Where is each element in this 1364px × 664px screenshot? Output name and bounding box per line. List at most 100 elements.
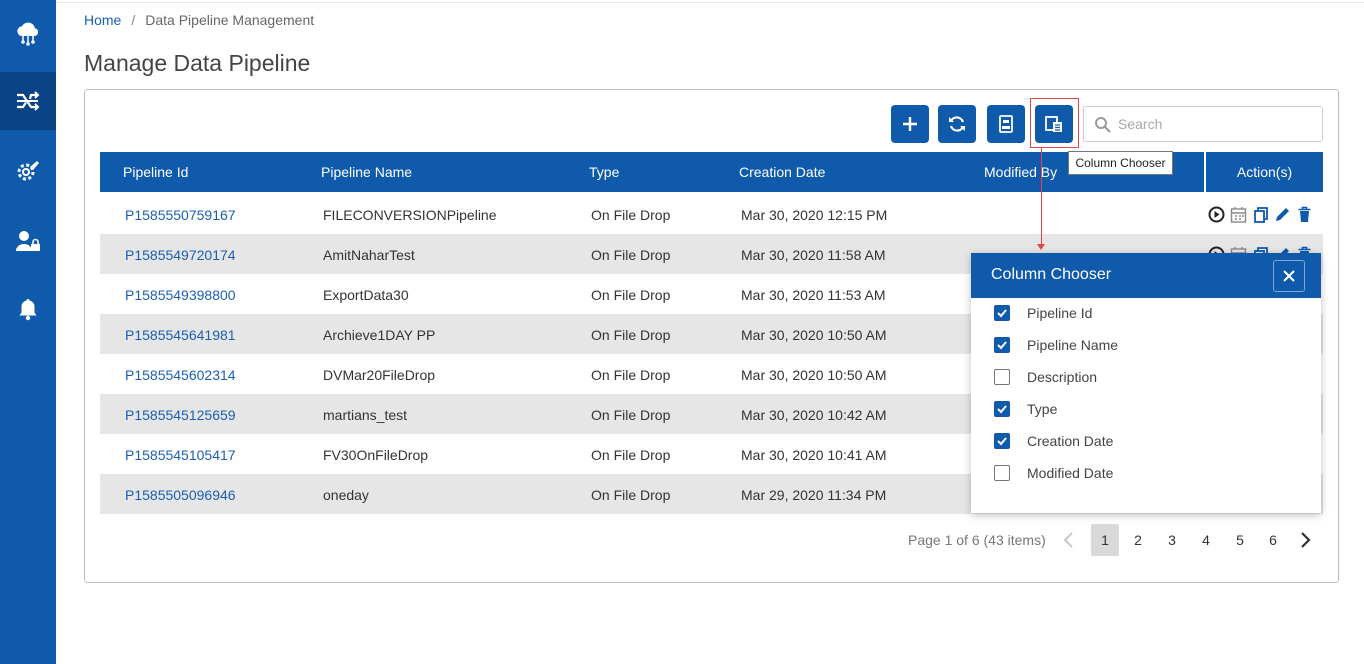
pager-prev-button[interactable] [1059,530,1079,550]
column-option[interactable]: Pipeline Id [994,303,1092,323]
column-header-type[interactable]: Type [589,164,619,180]
column-chooser-header: Column Chooser [971,253,1321,298]
run-icon[interactable] [1208,206,1225,223]
schedule-calendar-icon[interactable] [1230,206,1247,223]
creation-date-cell: Mar 30, 2020 10:41 AM [741,447,887,463]
breadcrumb: Home / Data Pipeline Management [84,12,314,28]
check-icon [997,437,1007,446]
checkbox-checked[interactable] [994,433,1010,449]
column-header-pipeline-id[interactable]: Pipeline Id [123,164,188,180]
pager-page-button[interactable]: 2 [1124,524,1152,556]
search-icon [1095,117,1111,133]
check-icon [997,341,1007,350]
column-option[interactable]: Pipeline Name [994,335,1118,355]
search-box[interactable] [1083,106,1323,142]
pipeline-id-link[interactable]: P1585505096946 [125,487,236,503]
pipeline-type-cell: On File Drop [591,207,671,223]
checkbox-checked[interactable] [994,337,1010,353]
column-chooser-tooltip: Column Chooser [1068,151,1173,175]
sidebar-item-notifications[interactable] [0,280,56,338]
sidebar-item-users[interactable] [0,212,56,270]
creation-date-cell: Mar 30, 2020 10:42 AM [741,407,887,423]
export-xlsx-button[interactable] [987,105,1025,143]
pipeline-type-cell: On File Drop [591,367,671,383]
pipeline-id-link[interactable]: P1585549398800 [125,287,236,303]
pipeline-name-cell: Archieve1DAY PP [323,327,436,343]
creation-date-cell: Mar 30, 2020 10:50 AM [741,327,887,343]
column-option[interactable]: Modified Date [994,463,1113,483]
pipeline-type-cell: On File Drop [591,327,671,343]
copy-icon[interactable] [1252,206,1269,223]
pipeline-name-cell: FILECONVERSIONPipeline [323,207,497,223]
creation-date-cell: Mar 29, 2020 11:34 PM [741,487,887,503]
pager-page-button[interactable]: 6 [1259,524,1287,556]
checkbox-unchecked[interactable] [994,369,1010,385]
check-icon [997,309,1007,318]
pipeline-id-link[interactable]: P1585545602314 [125,367,236,383]
pipeline-type-cell: On File Drop [591,247,671,263]
creation-date-cell: Mar 30, 2020 11:53 AM [741,287,886,303]
column-option-label: Description [1027,369,1098,385]
column-option-label: Pipeline Name [1027,337,1119,353]
pipeline-id-link[interactable]: P1585545641981 [125,327,236,343]
add-button[interactable] [891,105,929,143]
chevron-left-icon [1063,532,1073,548]
sidebar-item-pipelines[interactable] [0,72,56,130]
refresh-button[interactable] [938,105,976,143]
search-input[interactable] [1118,114,1314,134]
pager-page-button[interactable]: 5 [1226,524,1254,556]
column-chooser-highlight [1030,98,1079,148]
pager-info: Page 1 of 6 (43 items) [908,532,1046,548]
column-header-pipeline-name[interactable]: Pipeline Name [321,164,412,180]
pipeline-name-cell: ExportData30 [323,287,409,303]
breadcrumb-home[interactable]: Home [84,12,121,28]
check-icon [997,405,1007,414]
pipeline-id-link[interactable]: P1585549720174 [125,247,236,263]
pager-page-button[interactable]: 4 [1192,524,1220,556]
delete-icon[interactable] [1296,206,1313,223]
pipeline-id-link[interactable]: P1585550759167 [125,207,236,223]
refresh-icon [949,116,965,132]
checkbox-unchecked[interactable] [994,465,1010,481]
column-header-modified-by[interactable]: Modified By [984,164,1057,180]
pager-page-button[interactable]: 3 [1158,524,1186,556]
pipeline-type-cell: On File Drop [591,447,671,463]
pipeline-id-link[interactable]: P1585545125659 [125,407,236,423]
pager-page-button[interactable]: 1 [1091,524,1119,556]
page-title: Manage Data Pipeline [84,50,311,76]
column-chooser-close-button[interactable] [1273,260,1305,292]
pipeline-type-cell: On File Drop [591,287,671,303]
pager-next-button[interactable] [1295,530,1315,550]
pipeline-name-cell: martians_test [323,407,408,423]
sidebar-item-settings[interactable] [0,142,56,200]
pipeline-name-cell: AmitNaharTest [323,247,415,263]
column-header-actions: Action(s) [1204,152,1323,192]
row-actions [1208,206,1313,223]
plus-icon [903,117,917,131]
column-option[interactable]: Creation Date [994,431,1113,451]
column-chooser-title: Column Chooser [991,266,1112,283]
xlsx-export-icon [999,115,1013,133]
top-divider [56,0,1364,3]
user-lock-icon [16,231,40,251]
checkbox-checked[interactable] [994,305,1010,321]
settings-gear-icon [17,161,39,181]
sidebar-item-cloud[interactable] [0,4,56,62]
connector-line [1041,148,1042,246]
column-option[interactable]: Description [994,367,1097,387]
breadcrumb-separator: / [131,12,136,28]
pipeline-id-link[interactable]: P1585545105417 [125,447,236,463]
checkbox-checked[interactable] [994,401,1010,417]
column-option-label: Creation Date [1027,433,1114,449]
table-row[interactable]: P1585550759167 FILECONVERSIONPipeline On F… [100,194,1323,234]
edit-icon[interactable] [1274,206,1291,223]
column-option[interactable]: Type [994,399,1057,419]
column-option-label: Type [1027,401,1058,417]
bell-icon [19,299,37,321]
breadcrumb-current: Data Pipeline Management [145,12,315,28]
column-chooser-panel: Column Chooser Pipeline Id Pipeline Name D… [971,253,1321,513]
pipeline-type-cell: On File Drop [591,407,671,423]
pipeline-name-cell: oneday [323,487,369,503]
close-icon [1283,270,1295,282]
column-header-creation-date[interactable]: Creation Date [739,164,825,180]
